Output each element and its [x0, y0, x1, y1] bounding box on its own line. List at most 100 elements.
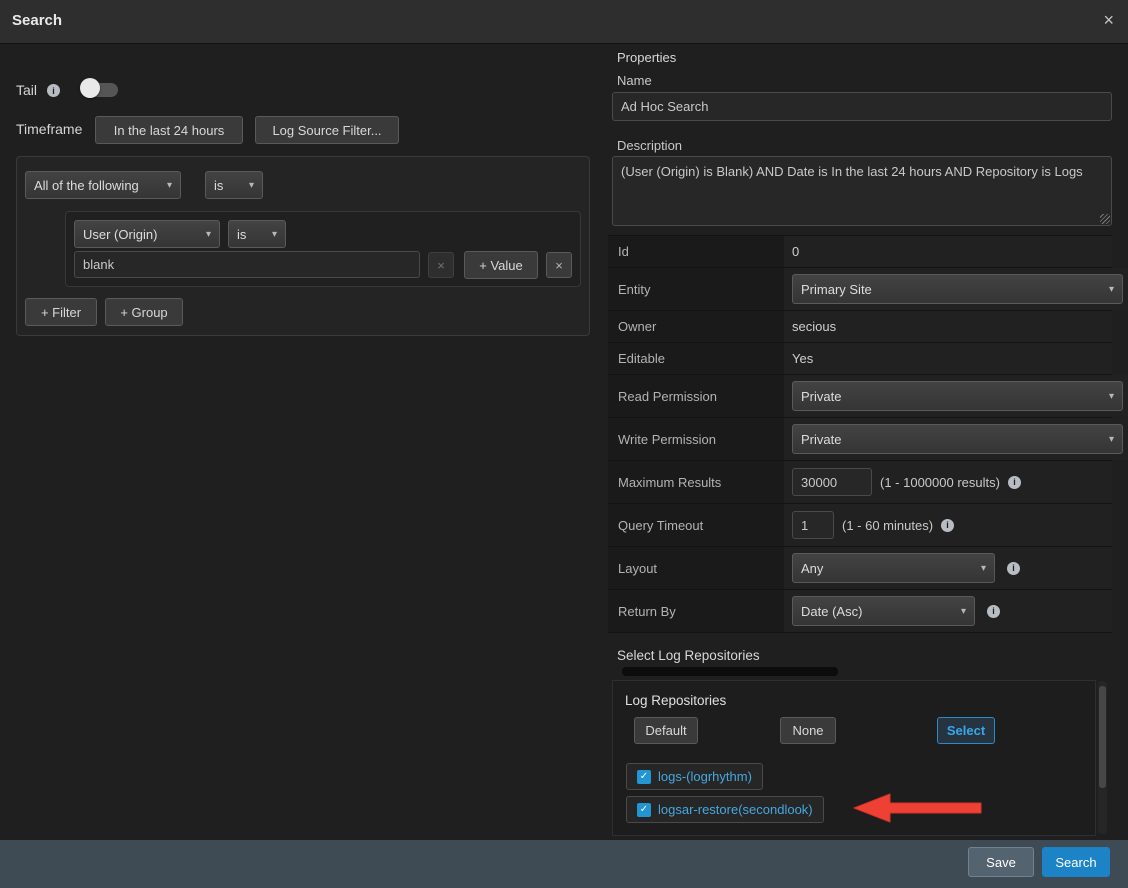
row-label: Maximum Results [608, 461, 784, 503]
repository-item[interactable]: ✓ logsar-restore(secondlook) [626, 796, 824, 823]
table-row: Layout Any ▾ i [608, 547, 1112, 590]
filter-field-dropdown[interactable]: User (Origin) ▾ [74, 220, 220, 248]
entity-dropdown[interactable]: Primary Site ▾ [792, 274, 1123, 304]
row-label: Entity [608, 268, 784, 310]
row-value: Yes [792, 351, 813, 366]
info-icon[interactable]: i [1008, 476, 1021, 489]
checkbox-checked-icon[interactable]: ✓ [637, 770, 651, 784]
return-by-dropdown[interactable]: Date (Asc) ▾ [792, 596, 975, 626]
remove-filter-button[interactable]: × [546, 252, 572, 278]
chevron-down-icon: ▾ [1099, 284, 1114, 295]
row-label: Write Permission [608, 418, 784, 460]
default-button[interactable]: Default [634, 717, 698, 744]
info-icon[interactable]: i [941, 519, 954, 532]
info-icon[interactable]: i [1007, 562, 1020, 575]
entity-value: Primary Site [801, 282, 872, 297]
name-label: Name [617, 73, 652, 88]
maximum-results-input[interactable] [792, 468, 872, 496]
row-label: Owner [608, 311, 784, 342]
filter-rule-box: User (Origin) ▾ is ▾ × + Value × [65, 211, 581, 287]
layout-value: Any [801, 561, 823, 576]
filter-condition-dropdown[interactable]: is ▾ [228, 220, 286, 248]
log-source-filter-button[interactable]: Log Source Filter... [255, 116, 399, 144]
log-repositories-title: Log Repositories [625, 693, 726, 708]
chevron-down-icon: ▾ [971, 563, 986, 574]
table-row: Owner secious [608, 311, 1112, 343]
properties-title: Properties [617, 50, 676, 65]
none-button[interactable]: None [780, 717, 836, 744]
save-button[interactable]: Save [968, 847, 1034, 877]
row-label: Read Permission [608, 375, 784, 417]
filter-value-input[interactable] [74, 251, 420, 278]
table-row: Entity Primary Site ▾ [608, 268, 1112, 311]
filter-group-box: All of the following ▾ is ▾ User (Origin… [16, 156, 590, 336]
info-icon[interactable]: i [987, 605, 1000, 618]
row-label: Layout [608, 547, 784, 589]
query-timeout-hint: (1 - 60 minutes) [842, 518, 933, 533]
dialog-title: Search [12, 12, 62, 29]
table-row: Read Permission Private ▾ [608, 375, 1112, 418]
layout-dropdown[interactable]: Any ▾ [792, 553, 995, 583]
timeframe-range-button[interactable]: In the last 24 hours [95, 116, 243, 144]
query-timeout-input[interactable] [792, 511, 834, 539]
dialog-footer: Save Search [0, 840, 1128, 888]
search-button[interactable]: Search [1042, 847, 1110, 877]
description-label: Description [617, 138, 682, 153]
row-label: Return By [608, 590, 784, 632]
vertical-scrollbar[interactable] [1098, 681, 1107, 834]
group-operator-value: All of the following [34, 178, 139, 193]
group-condition-value: is [214, 178, 223, 193]
table-row: Query Timeout (1 - 60 minutes) i [608, 504, 1112, 547]
table-row: Editable Yes [608, 343, 1112, 375]
tail-info-icon[interactable]: i [47, 84, 60, 97]
checkbox-checked-icon[interactable]: ✓ [637, 803, 651, 817]
read-permission-dropdown[interactable]: Private ▾ [792, 381, 1123, 411]
add-filter-button[interactable]: + Filter [25, 298, 97, 326]
tail-label: Tail [16, 82, 37, 98]
annotation-arrow [850, 792, 984, 824]
add-group-button[interactable]: + Group [105, 298, 183, 326]
chevron-down-icon: ▾ [951, 606, 966, 617]
resize-grip-icon[interactable] [1100, 214, 1110, 224]
select-button[interactable]: Select [937, 717, 995, 744]
name-input[interactable] [612, 92, 1112, 121]
row-value: secious [792, 319, 836, 334]
filter-condition-value: is [237, 227, 246, 242]
return-by-value: Date (Asc) [801, 604, 862, 619]
table-row: Write Permission Private ▾ [608, 418, 1112, 461]
row-value: 0 [792, 244, 799, 259]
select-log-repositories-label: Select Log Repositories [617, 648, 760, 663]
row-label: Query Timeout [608, 504, 784, 546]
chevron-down-icon: ▾ [262, 229, 277, 240]
tail-toggle[interactable] [80, 80, 120, 100]
repository-item[interactable]: ✓ logs-(logrhythm) [626, 763, 763, 790]
vertical-scrollbar-thumb[interactable] [1099, 686, 1106, 788]
add-value-button[interactable]: + Value [464, 251, 538, 279]
row-label: Editable [608, 343, 784, 374]
group-operator-dropdown[interactable]: All of the following ▾ [25, 171, 181, 199]
write-permission-dropdown[interactable]: Private ▾ [792, 424, 1123, 454]
timeframe-label: Timeframe [16, 121, 82, 137]
filter-field-value: User (Origin) [83, 227, 157, 242]
row-label: Id [608, 236, 784, 267]
dialog-titlebar: Search × [0, 0, 1128, 44]
group-condition-dropdown[interactable]: is ▾ [205, 171, 263, 199]
chevron-down-icon: ▾ [157, 180, 172, 191]
description-textarea[interactable]: (User (Origin) is Blank) AND Date is In … [612, 156, 1112, 226]
horizontal-scrollbar-thumb[interactable] [622, 667, 838, 676]
repository-label: logs-(logrhythm) [658, 769, 752, 784]
table-row: Maximum Results (1 - 1000000 results) i [608, 461, 1112, 504]
clear-value-button[interactable]: × [428, 252, 454, 278]
search-dialog: Search × Tail i Timeframe In the last 24… [0, 0, 1128, 888]
chevron-down-icon: ▾ [1099, 391, 1114, 402]
write-permission-value: Private [801, 432, 841, 447]
chevron-down-icon: ▾ [239, 180, 254, 191]
toggle-knob[interactable] [80, 78, 100, 98]
table-row: Return By Date (Asc) ▾ i [608, 590, 1112, 633]
repository-label: logsar-restore(secondlook) [658, 802, 813, 817]
chevron-down-icon: ▾ [196, 229, 211, 240]
read-permission-value: Private [801, 389, 841, 404]
chevron-down-icon: ▾ [1099, 434, 1114, 445]
close-icon[interactable]: × [1103, 10, 1114, 30]
properties-table: Id 0 Entity Primary Site ▾ Owner secious… [608, 235, 1112, 633]
